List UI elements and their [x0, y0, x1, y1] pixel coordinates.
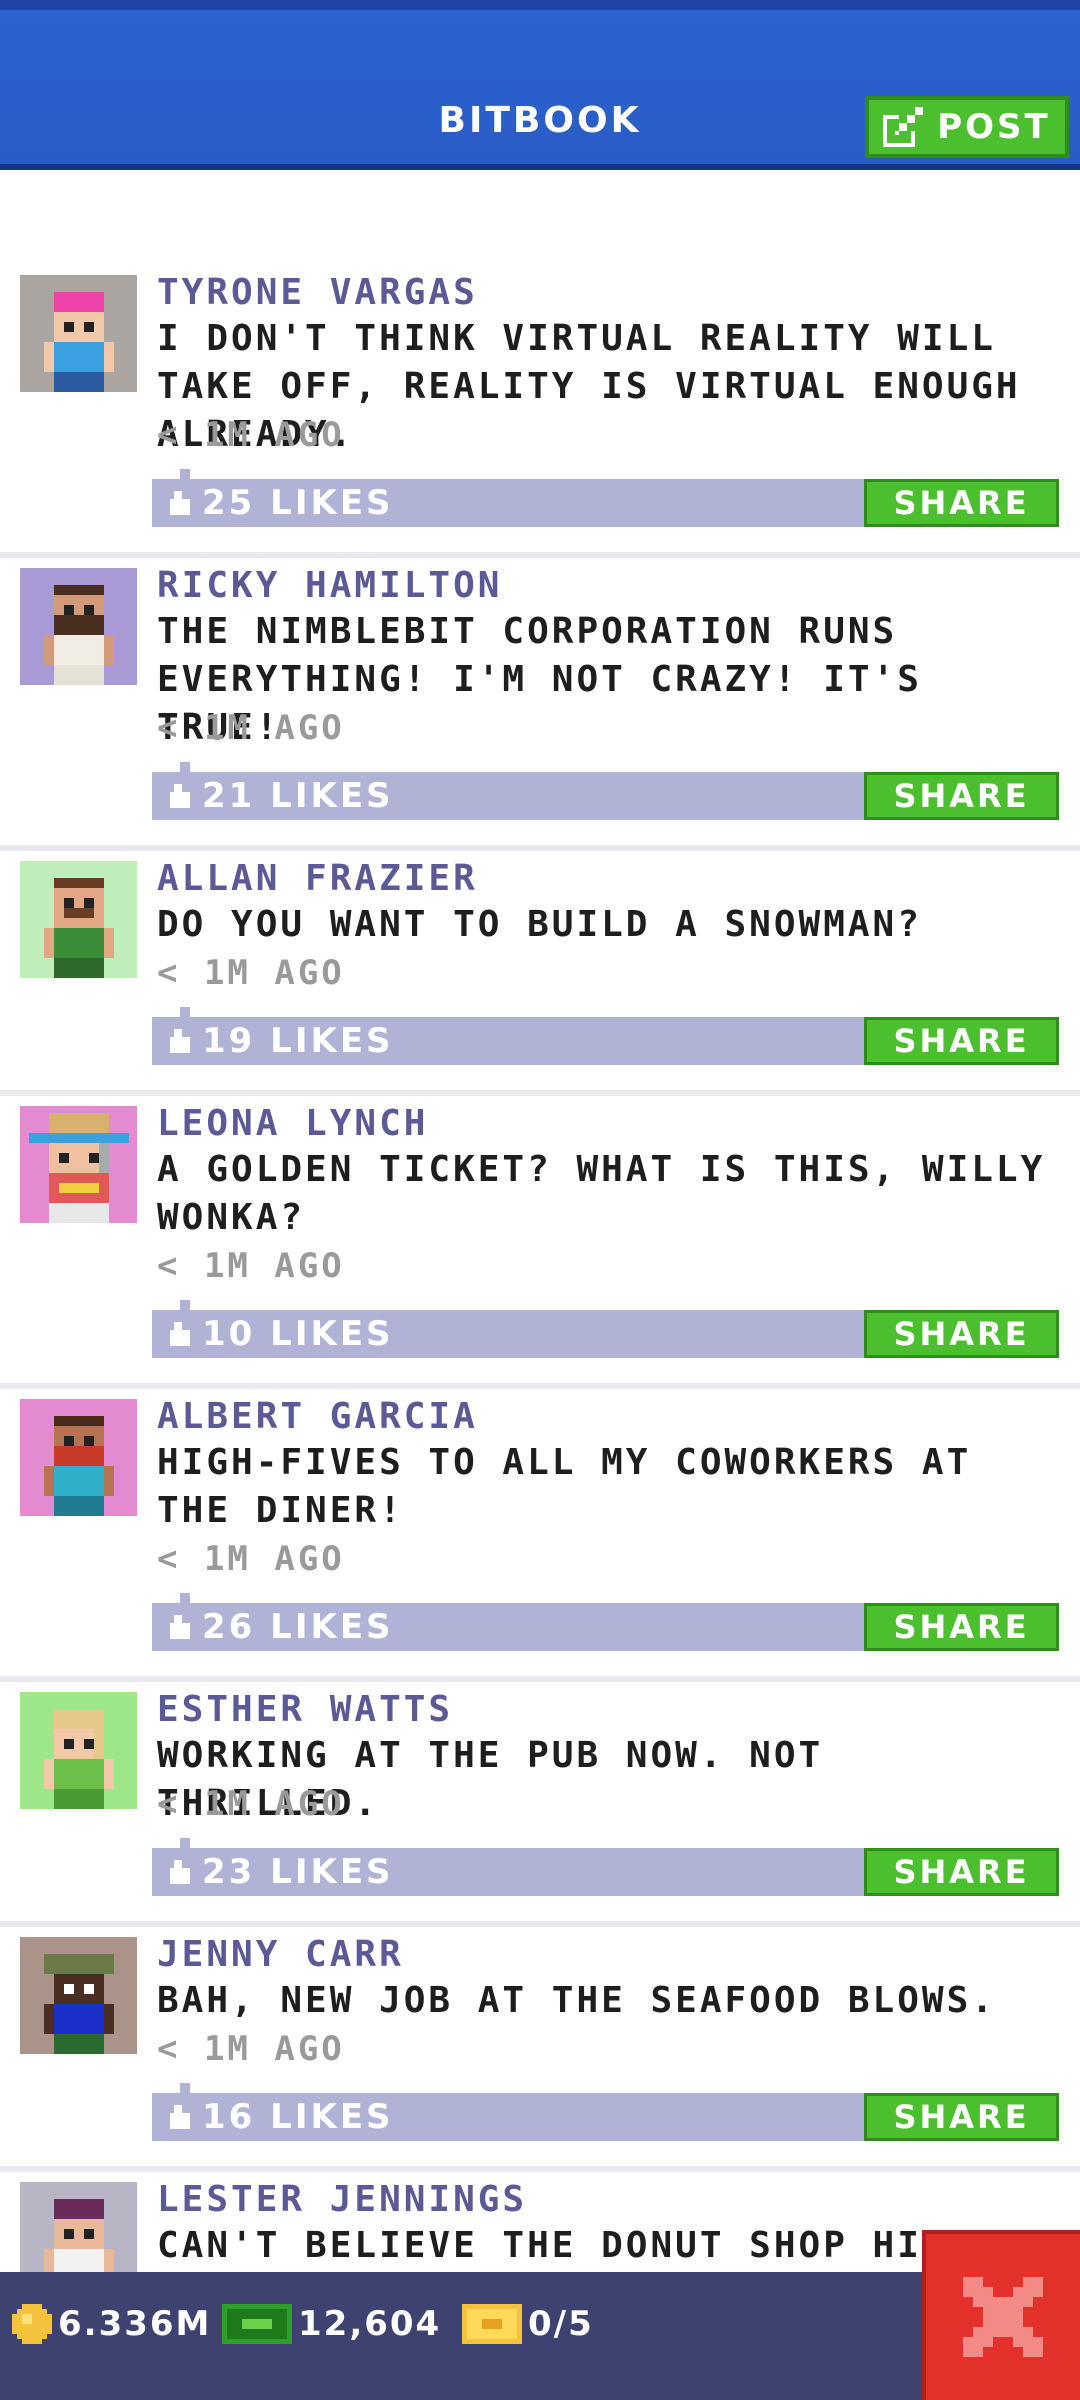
post-button-label: POST: [937, 107, 1051, 147]
avatar: [20, 1399, 137, 1516]
avatar: [20, 275, 137, 392]
list-item: LEONA LYNCH A GOLDEN TICKET? WHAT IS THI…: [0, 1096, 1080, 1389]
thumbs-up-icon: [170, 2105, 190, 2129]
bottom-status-bar: 6.336M 12,604 0/5: [0, 2272, 1080, 2400]
like-count[interactable]: 16 LIKES: [202, 2093, 394, 2141]
ticket-count: 0/5: [462, 2300, 594, 2348]
list-item: TYRONE VARGAS I DON'T THINK VIRTUAL REAL…: [0, 265, 1080, 558]
like-bar: 10 LIKES SHARE: [152, 1300, 1059, 1358]
like-bar: 16 LIKES SHARE: [152, 2083, 1059, 2141]
like-count[interactable]: 23 LIKES: [202, 1848, 394, 1896]
post-time: < 1M AGO: [157, 1784, 345, 1824]
bux-amount: 12,604: [298, 2304, 442, 2344]
bux-icon: [222, 2304, 292, 2344]
share-button[interactable]: SHARE: [864, 772, 1059, 820]
post-author: JENNY CARR: [157, 1934, 404, 1975]
coin-balance: 6.336M: [12, 2300, 211, 2348]
post-message: DO YOU WANT TO BUILD A SNOWMAN?: [157, 904, 922, 945]
like-count[interactable]: 26 LIKES: [202, 1603, 394, 1651]
like-count[interactable]: 19 LIKES: [202, 1017, 394, 1065]
like-bar: 23 LIKES SHARE: [152, 1838, 1059, 1896]
share-button[interactable]: SHARE: [864, 479, 1059, 527]
thumbs-up-icon: [170, 784, 190, 808]
ticket-icon: [462, 2304, 522, 2344]
coin-icon: [12, 2304, 52, 2344]
edit-icon: [883, 107, 924, 147]
avatar: [20, 568, 137, 685]
like-bar: 26 LIKES SHARE: [152, 1593, 1059, 1651]
thumbs-up-icon: [170, 1615, 190, 1639]
post-time: < 1M AGO: [157, 953, 345, 993]
list-item: RICKY HAMILTON THE NIMBLEBIT CORPORATION…: [0, 558, 1080, 851]
like-bar: 25 LIKES SHARE: [152, 469, 1059, 527]
like-bar: 21 LIKES SHARE: [152, 762, 1059, 820]
avatar: [20, 861, 137, 978]
like-count[interactable]: 25 LIKES: [202, 479, 394, 527]
post-time: < 1M AGO: [157, 1539, 345, 1579]
post-author: ESTHER WATTS: [157, 1689, 454, 1730]
avatar: [20, 1937, 137, 2054]
thumbs-up-icon: [170, 1322, 190, 1346]
feed-list[interactable]: TYRONE VARGAS I DON'T THINK VIRTUAL REAL…: [0, 265, 1080, 2332]
post-time: < 1M AGO: [157, 2029, 345, 2069]
post-message: HIGH-FIVES TO ALL MY COWORKERS AT THE DI…: [157, 1442, 972, 1531]
list-item: ESTHER WATTS WORKING AT THE PUB NOW. NOT…: [0, 1682, 1080, 1927]
like-count[interactable]: 10 LIKES: [202, 1310, 394, 1358]
share-button[interactable]: SHARE: [864, 1848, 1059, 1896]
avatar: [20, 1692, 137, 1809]
like-count[interactable]: 21 LIKES: [202, 772, 394, 820]
post-message: A GOLDEN TICKET? WHAT IS THIS, WILLY WON…: [157, 1149, 1046, 1238]
close-button[interactable]: [922, 2230, 1080, 2400]
post-author: LEONA LYNCH: [157, 1103, 429, 1144]
share-button[interactable]: SHARE: [864, 1603, 1059, 1651]
close-icon: [963, 2277, 1043, 2357]
coin-amount: 6.336M: [58, 2304, 212, 2344]
like-bar: 19 LIKES SHARE: [152, 1007, 1059, 1065]
avatar: [20, 1106, 137, 1223]
list-item: JENNY CARR BAH, NEW JOB AT THE SEAFOOD B…: [0, 1927, 1080, 2172]
post-time: < 1M AGO: [157, 708, 345, 748]
post-author: ALLAN FRAZIER: [157, 858, 478, 899]
thumbs-up-icon: [170, 1860, 190, 1884]
share-button[interactable]: SHARE: [864, 1017, 1059, 1065]
post-time: < 1M AGO: [157, 415, 345, 455]
thumbs-up-icon: [170, 1029, 190, 1053]
list-item: ALBERT GARCIA HIGH-FIVES TO ALL MY COWOR…: [0, 1389, 1080, 1682]
share-button[interactable]: SHARE: [864, 2093, 1059, 2141]
post-author: LESTER JENNINGS: [157, 2179, 528, 2220]
thumbs-up-icon: [170, 491, 190, 515]
post-button[interactable]: POST: [865, 96, 1069, 158]
post-author: ALBERT GARCIA: [157, 1396, 478, 1437]
post-author: TYRONE VARGAS: [157, 272, 478, 313]
post-author: RICKY HAMILTON: [157, 565, 503, 606]
post-message: BAH, NEW JOB AT THE SEAFOOD BLOWS.: [157, 1980, 996, 2021]
ticket-amount: 0/5: [528, 2304, 594, 2344]
app-header: BITBOOK POST: [0, 0, 1080, 170]
list-item: ALLAN FRAZIER DO YOU WANT TO BUILD A SNO…: [0, 851, 1080, 1096]
bux-balance: 12,604: [222, 2300, 441, 2348]
share-button[interactable]: SHARE: [864, 1310, 1059, 1358]
post-time: < 1M AGO: [157, 1246, 345, 1286]
